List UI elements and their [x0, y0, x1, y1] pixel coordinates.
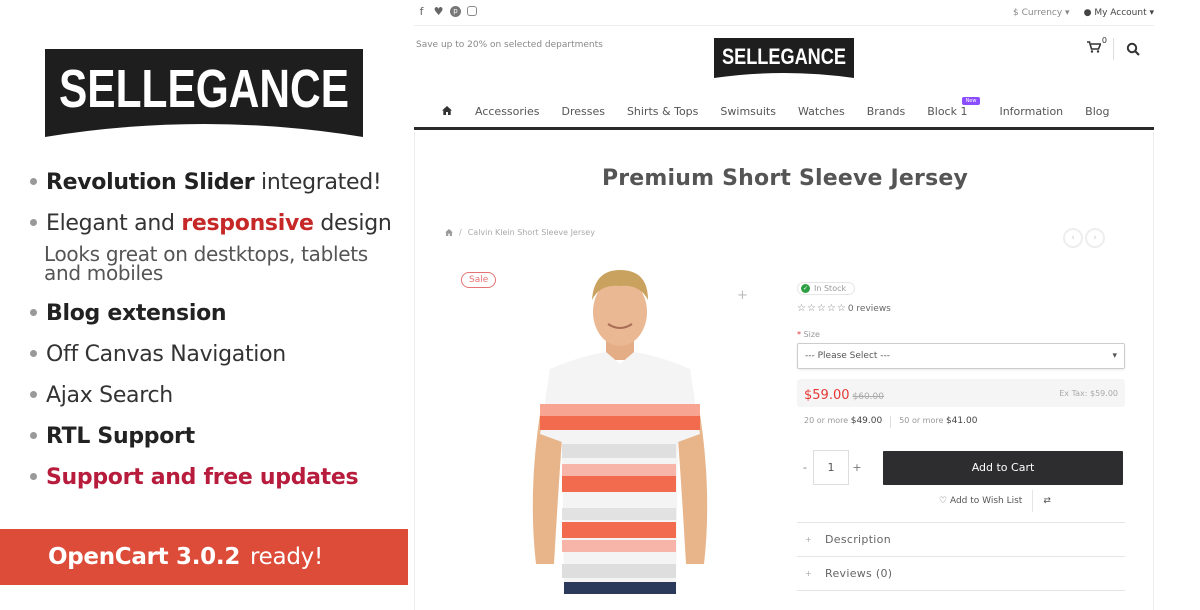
compare-icon[interactable]: ⇄ — [1043, 496, 1051, 506]
store-preview: f ♥ p $ Currency ▾ ● My Account ▾ Save u… — [414, 0, 1200, 610]
currency-dropdown[interactable]: $ Currency ▾ — [1013, 8, 1070, 18]
nav-item-brands[interactable]: Brands — [856, 105, 917, 118]
discount-tier: 20 or more $49.00 — [804, 416, 883, 426]
product-nav-arrows: ‹ › — [1063, 228, 1105, 248]
price-new: $59.00 — [804, 387, 850, 403]
twitter-icon[interactable]: ♥ — [433, 6, 444, 17]
top-bar: f ♥ p $ Currency ▾ ● My Account ▾ — [414, 6, 1154, 26]
home-icon — [442, 106, 452, 115]
breadcrumb-current[interactable]: Calvin Klein Short Sleeve Jersey — [468, 228, 595, 237]
prev-product-button[interactable]: ‹ — [1063, 228, 1083, 248]
search-icon[interactable] — [1126, 42, 1140, 56]
nav-item-information[interactable]: Information — [988, 105, 1074, 118]
sale-badge: Sale — [461, 272, 497, 288]
sellegance-logo: SELLEGANCE — [45, 49, 363, 137]
new-badge: New — [961, 97, 981, 105]
size-label: * Size — [797, 330, 820, 339]
reviews-link[interactable]: 0 reviews — [848, 304, 891, 314]
nav-item-blog[interactable]: Blog — [1074, 105, 1120, 118]
plus-icon: + — [805, 535, 813, 544]
wish-row: ♡ Add to Wish List ⇄ — [797, 490, 1125, 512]
stock-status: ✓ In Stock — [797, 282, 856, 295]
quantity-input[interactable]: 1 — [813, 450, 849, 485]
next-product-button[interactable]: › — [1085, 228, 1105, 248]
header-promo-text: Save up to 20% on selected departments — [416, 40, 603, 50]
feature-item: Blog extension — [30, 299, 392, 329]
cart-count: 0 — [1101, 36, 1107, 45]
pinterest-icon[interactable]: p — [450, 6, 461, 17]
home-icon[interactable] — [445, 229, 453, 236]
tab-reviews[interactable]: + Reviews (0) — [797, 557, 1125, 591]
product-image[interactable] — [520, 264, 720, 594]
heart-icon: ♡ — [939, 496, 948, 506]
header-icons: 0 — [1087, 36, 1140, 60]
breadcrumb: / Calvin Klein Short Sleeve Jersey — [445, 228, 595, 237]
social-links: f ♥ p — [416, 6, 477, 17]
nav-item-shirts-tops[interactable]: Shirts & Tops — [616, 105, 709, 118]
zoom-icon[interactable]: + — [737, 288, 748, 303]
product-title: Premium Short Sleeve Jersey — [601, 166, 969, 191]
product-tabs: + Description + Reviews (0) — [797, 522, 1125, 591]
add-to-wishlist-button[interactable]: ♡ Add to Wish List — [939, 496, 1022, 506]
account-dropdown[interactable]: ● My Account ▾ — [1084, 8, 1154, 18]
qty-increase-button[interactable]: + — [849, 461, 865, 474]
buy-row: - 1 + Add to Cart — [797, 450, 1125, 485]
opencart-ready-banner: OpenCart 3.0.2 ready! — [0, 529, 408, 585]
feature-item: Elegant and responsive design — [30, 209, 392, 239]
size-select[interactable]: --- Please Select --- ▾ — [797, 343, 1125, 369]
check-icon: ✓ — [801, 284, 810, 293]
rating: ☆☆☆☆☆ 0 reviews — [797, 303, 1125, 314]
discount-tier: 50 or more $41.00 — [899, 416, 978, 426]
instagram-icon[interactable] — [467, 6, 477, 16]
quantity-discounts: 20 or more $49.00 50 or more $41.00 — [797, 416, 1125, 428]
add-to-cart-button[interactable]: Add to Cart — [883, 450, 1123, 485]
nav-home[interactable] — [414, 105, 464, 118]
price-box: $59.00 $60.00 Ex Tax: $59.00 — [797, 379, 1125, 407]
nav-item-watches[interactable]: Watches — [787, 105, 856, 118]
store-logo[interactable]: SELLEGANCE — [714, 38, 854, 78]
product-info: ✓ In Stock ☆☆☆☆☆ 0 reviews * Size --- Pl… — [797, 275, 1125, 591]
divider — [1113, 38, 1114, 60]
svg-text:SELLEGANCE: SELLEGANCE — [722, 44, 846, 69]
tab-description[interactable]: + Description — [797, 523, 1125, 557]
qty-decrease-button[interactable]: - — [797, 461, 813, 474]
feature-item: Revolution Slider integrated! — [30, 168, 392, 198]
star-rating-icons: ☆☆☆☆☆ — [797, 303, 847, 314]
user-icon: ● — [1083, 8, 1092, 18]
feature-list: Revolution Slider integrated! Elegant an… — [30, 168, 392, 504]
nav-item-swimsuits[interactable]: Swimsuits — [709, 105, 787, 118]
caret-down-icon: ▾ — [1112, 351, 1117, 361]
cart-icon — [1087, 41, 1102, 53]
nav-item-dresses[interactable]: Dresses — [550, 105, 615, 118]
feature-item: Support and free updates — [30, 463, 392, 493]
feature-item: RTL Support — [30, 422, 392, 452]
facebook-icon[interactable]: f — [416, 6, 427, 17]
top-right-menu: $ Currency ▾ ● My Account ▾ — [1013, 8, 1154, 18]
price-old: $60.00 — [852, 391, 885, 402]
feature-item: Off Canvas Navigation — [30, 340, 392, 370]
promo-panel: SELLEGANCE Revolution Slider integrated!… — [0, 0, 410, 610]
product-page: Premium Short Sleeve Jersey / Calvin Kle… — [414, 132, 1154, 610]
ex-tax: Ex Tax: $59.00 — [1059, 388, 1118, 398]
feature-item: Ajax Search — [30, 381, 392, 411]
main-nav: Accessories Dresses Shirts & Tops Swimsu… — [414, 96, 1154, 130]
nav-item-block-1[interactable]: Block 1 New — [916, 97, 981, 118]
plus-icon: + — [805, 569, 813, 578]
logo-text: SELLEGANCE — [59, 59, 349, 119]
cart-button[interactable]: 0 — [1087, 36, 1107, 57]
nav-item-accessories[interactable]: Accessories — [464, 105, 550, 118]
